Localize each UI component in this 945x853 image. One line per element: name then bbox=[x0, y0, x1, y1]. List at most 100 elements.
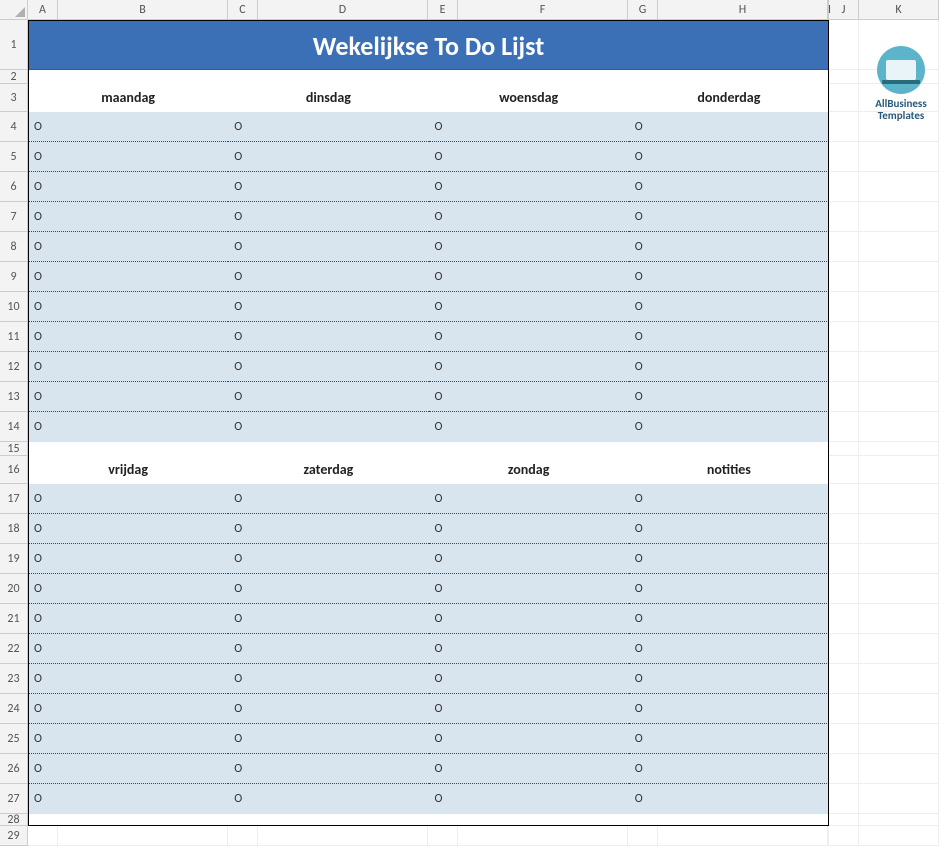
task-row[interactable]: O bbox=[228, 172, 428, 202]
task-row[interactable]: O bbox=[28, 724, 228, 754]
row-header-1[interactable]: 1 bbox=[0, 20, 27, 70]
task-row[interactable]: O bbox=[429, 784, 629, 814]
task-row[interactable]: O bbox=[429, 664, 629, 694]
task-row[interactable]: O bbox=[228, 574, 428, 604]
row-header-18[interactable]: 18 bbox=[0, 514, 27, 544]
task-row[interactable]: O bbox=[28, 544, 228, 574]
cell-K18[interactable] bbox=[859, 514, 939, 544]
column-header-A[interactable]: A bbox=[28, 0, 58, 19]
column-header-G[interactable]: G bbox=[628, 0, 658, 19]
task-row[interactable]: O bbox=[629, 514, 829, 544]
cell-J27[interactable] bbox=[829, 784, 859, 814]
task-row[interactable]: O bbox=[228, 232, 428, 262]
task-row[interactable]: O bbox=[228, 634, 428, 664]
cell-J15[interactable] bbox=[829, 442, 859, 456]
task-row[interactable]: O bbox=[429, 514, 629, 544]
task-row[interactable]: O bbox=[629, 352, 829, 382]
row-header-8[interactable]: 8 bbox=[0, 232, 27, 262]
cell-A29[interactable] bbox=[28, 826, 58, 846]
row-header-27[interactable]: 27 bbox=[0, 784, 27, 814]
cell-K9[interactable] bbox=[859, 262, 939, 292]
cell-K17[interactable] bbox=[859, 484, 939, 514]
task-row[interactable]: O bbox=[629, 202, 829, 232]
task-row[interactable]: O bbox=[629, 142, 829, 172]
row-header-6[interactable]: 6 bbox=[0, 172, 27, 202]
task-row[interactable]: O bbox=[228, 262, 428, 292]
task-row[interactable]: O bbox=[429, 544, 629, 574]
task-row[interactable]: O bbox=[28, 112, 228, 142]
task-row[interactable]: O bbox=[429, 604, 629, 634]
cell-J25[interactable] bbox=[829, 724, 859, 754]
cell-F29[interactable] bbox=[458, 826, 628, 846]
cell-J24[interactable] bbox=[829, 694, 859, 724]
cell-E29[interactable] bbox=[428, 826, 458, 846]
task-row[interactable]: O bbox=[28, 604, 228, 634]
task-row[interactable]: O bbox=[28, 412, 228, 442]
cell-K20[interactable] bbox=[859, 574, 939, 604]
cell-J18[interactable] bbox=[829, 514, 859, 544]
cell-K14[interactable] bbox=[859, 412, 939, 442]
cell-K19[interactable] bbox=[859, 544, 939, 574]
row-header-9[interactable]: 9 bbox=[0, 262, 27, 292]
day-header-zondag[interactable]: zondag bbox=[429, 456, 629, 484]
cell-J6[interactable] bbox=[829, 172, 859, 202]
cell-J28[interactable] bbox=[829, 814, 859, 826]
task-row[interactable]: O bbox=[629, 232, 829, 262]
column-header-B[interactable]: B bbox=[58, 0, 228, 19]
task-row[interactable]: O bbox=[28, 514, 228, 544]
row-header-5[interactable]: 5 bbox=[0, 142, 27, 172]
row-header-11[interactable]: 11 bbox=[0, 322, 27, 352]
day-header-donderdag[interactable]: donderdag bbox=[629, 84, 829, 112]
row-header-17[interactable]: 17 bbox=[0, 484, 27, 514]
cell-K12[interactable] bbox=[859, 352, 939, 382]
task-row[interactable]: O bbox=[28, 322, 228, 352]
task-row[interactable]: O bbox=[228, 382, 428, 412]
row-header-21[interactable]: 21 bbox=[0, 604, 27, 634]
row-header-7[interactable]: 7 bbox=[0, 202, 27, 232]
task-row[interactable]: O bbox=[228, 664, 428, 694]
cell-J2[interactable] bbox=[829, 70, 859, 84]
task-row[interactable]: O bbox=[629, 664, 829, 694]
row-header-23[interactable]: 23 bbox=[0, 664, 27, 694]
task-row[interactable]: O bbox=[28, 202, 228, 232]
column-header-K[interactable]: K bbox=[859, 0, 939, 19]
task-row[interactable]: O bbox=[429, 232, 629, 262]
task-row[interactable]: O bbox=[429, 754, 629, 784]
task-row[interactable]: O bbox=[429, 172, 629, 202]
task-row[interactable]: O bbox=[228, 694, 428, 724]
day-header-dinsdag[interactable]: dinsdag bbox=[228, 84, 428, 112]
task-row[interactable]: O bbox=[228, 112, 428, 142]
task-row[interactable]: O bbox=[429, 352, 629, 382]
task-row[interactable]: O bbox=[429, 322, 629, 352]
row-header-25[interactable]: 25 bbox=[0, 724, 27, 754]
task-row[interactable]: O bbox=[429, 574, 629, 604]
cell-K29[interactable] bbox=[859, 826, 939, 846]
day-header-vrijdag[interactable]: vrijdag bbox=[28, 456, 228, 484]
cell-K26[interactable] bbox=[859, 754, 939, 784]
task-row[interactable]: O bbox=[228, 142, 428, 172]
cell-J17[interactable] bbox=[829, 484, 859, 514]
cell-K13[interactable] bbox=[859, 382, 939, 412]
task-row[interactable]: O bbox=[629, 322, 829, 352]
task-row[interactable]: O bbox=[28, 232, 228, 262]
row-header-24[interactable]: 24 bbox=[0, 694, 27, 724]
cell-C29[interactable] bbox=[228, 826, 258, 846]
task-row[interactable]: O bbox=[28, 574, 228, 604]
day-header-notities[interactable]: notities bbox=[629, 456, 829, 484]
task-row[interactable]: O bbox=[429, 262, 629, 292]
column-header-E[interactable]: E bbox=[428, 0, 458, 19]
row-header-10[interactable]: 10 bbox=[0, 292, 27, 322]
column-header-D[interactable]: D bbox=[258, 0, 428, 19]
row-header-26[interactable]: 26 bbox=[0, 754, 27, 784]
task-row[interactable]: O bbox=[429, 142, 629, 172]
row-header-22[interactable]: 22 bbox=[0, 634, 27, 664]
task-row[interactable]: O bbox=[28, 262, 228, 292]
task-row[interactable]: O bbox=[28, 352, 228, 382]
row-header-12[interactable]: 12 bbox=[0, 352, 27, 382]
cell-K15[interactable] bbox=[859, 442, 939, 456]
cell-K24[interactable] bbox=[859, 694, 939, 724]
cell-K11[interactable] bbox=[859, 322, 939, 352]
cell-J7[interactable] bbox=[829, 202, 859, 232]
row-header-15[interactable]: 15 bbox=[0, 442, 27, 456]
task-row[interactable]: O bbox=[28, 634, 228, 664]
